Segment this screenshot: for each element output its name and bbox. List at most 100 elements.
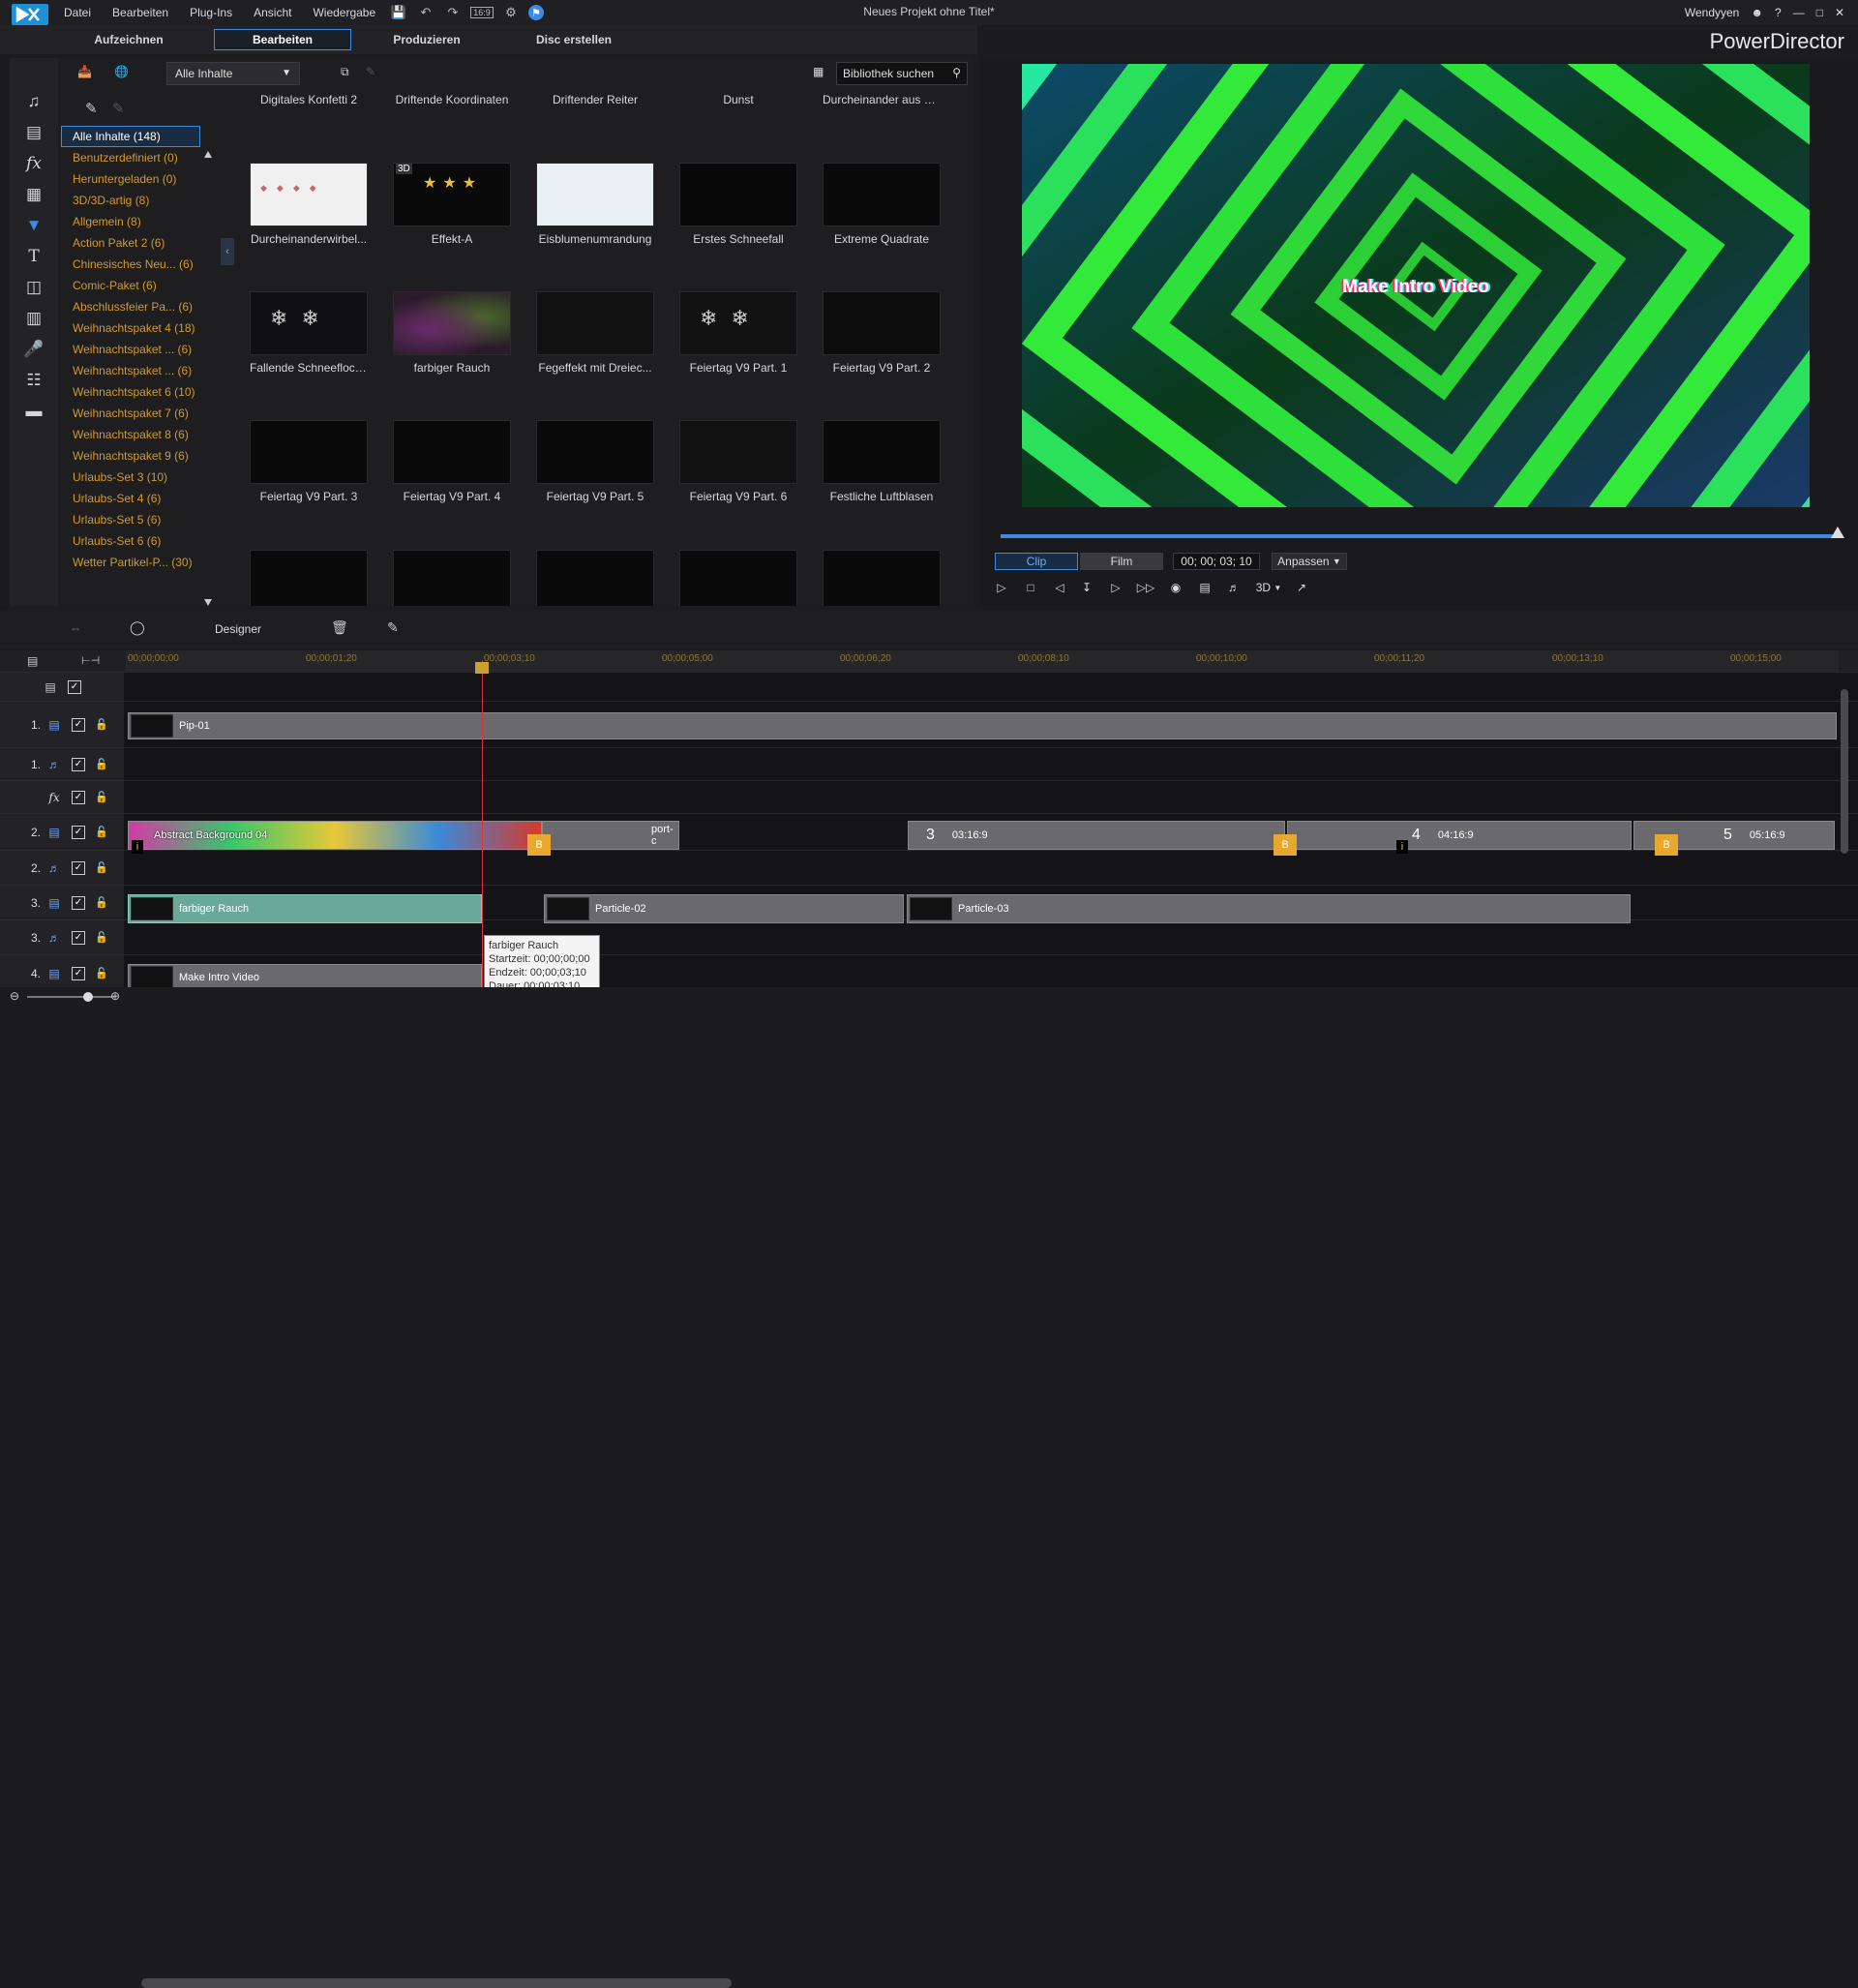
particle-item[interactable]: 3D ★★★ Effekt-A: [393, 163, 511, 246]
next-frame-icon[interactable]: ▷: [1107, 579, 1124, 596]
zoom-slider[interactable]: [27, 992, 114, 1002]
remove-tag-icon[interactable]: ✎: [112, 100, 125, 117]
undock-icon[interactable]: ↗: [1293, 579, 1310, 596]
user-name[interactable]: Wendyyen: [1685, 6, 1739, 19]
maximize-icon[interactable]: □: [1816, 6, 1823, 19]
playhead-handle[interactable]: [475, 662, 489, 674]
particle-item[interactable]: [679, 550, 797, 606]
preview-screen[interactable]: Make Intro Video: [1022, 64, 1810, 507]
add-to-timeline-icon[interactable]: ⧉: [341, 65, 349, 79]
title-room-icon[interactable]: T: [21, 244, 46, 269]
minimize-icon[interactable]: —: [1793, 6, 1805, 19]
zoom-out-icon[interactable]: ⊖: [10, 989, 19, 1003]
voice-over-icon[interactable]: 🎤: [21, 337, 46, 362]
category-item[interactable]: Weihnachtspaket 7 (6): [58, 403, 201, 424]
globe-icon[interactable]: 🌐: [114, 65, 129, 78]
category-scrollbar[interactable]: [203, 151, 213, 606]
timeline-vertical-scrollbar[interactable]: [1841, 689, 1848, 854]
category-item[interactable]: 3D/3D-artig (8): [58, 190, 201, 211]
particle-item[interactable]: Extreme Quadrate: [823, 163, 941, 246]
particle-item[interactable]: Driftender Reiter: [536, 89, 654, 106]
volume-icon[interactable]: ♬: [1225, 579, 1243, 596]
lock-icon[interactable]: 🔓: [95, 967, 108, 979]
menu-datei[interactable]: Datei: [64, 6, 91, 19]
clip-pip-01[interactable]: Pip-01: [128, 712, 1837, 739]
aspect-ratio-button[interactable]: 16:9: [470, 7, 494, 18]
edit-particle-icon[interactable]: ✎: [366, 65, 375, 78]
category-item[interactable]: Urlaubs-Set 6 (6): [58, 530, 201, 552]
pip-room-icon[interactable]: ▦: [21, 182, 46, 207]
split-icon[interactable]: ⇔: [70, 621, 81, 635]
category-item[interactable]: Weihnachtspaket 4 (18): [58, 317, 201, 339]
category-item[interactable]: Heruntergeladen (0): [58, 168, 201, 190]
transition-marker[interactable]: B: [1655, 834, 1678, 856]
redo-icon[interactable]: ↷: [443, 3, 463, 22]
track-checkbox[interactable]: ✓: [72, 966, 85, 980]
particle-item[interactable]: [393, 550, 511, 606]
import-icon[interactable]: 📥: [77, 65, 92, 78]
tab-aufzeichnen[interactable]: Aufzeichnen: [60, 29, 197, 50]
category-item[interactable]: Weihnachtspaket ... (6): [58, 339, 201, 360]
menu-ansicht[interactable]: Ansicht: [254, 6, 291, 19]
category-item[interactable]: Urlaubs-Set 3 (10): [58, 467, 201, 488]
particle-item[interactable]: [823, 550, 941, 606]
particle-item[interactable]: Digitales Konfetti 2: [250, 89, 368, 106]
lock-icon[interactable]: 🔓: [95, 758, 108, 770]
collapse-panel-button[interactable]: ‹: [221, 238, 234, 265]
edit-clip-icon[interactable]: ✎: [387, 619, 399, 636]
content-filter-dropdown[interactable]: Alle Inhalte ▼: [166, 62, 300, 85]
designer-button[interactable]: Designer: [215, 622, 261, 636]
menu-plugins[interactable]: Plug-Ins: [190, 6, 232, 19]
search-icon[interactable]: ⚲: [952, 66, 961, 79]
track-checkbox[interactable]: ✓: [72, 930, 85, 945]
transition-marker[interactable]: B: [527, 834, 551, 856]
category-item[interactable]: Chinesisches Neu... (6): [58, 254, 201, 275]
particle-item[interactable]: Feiertag V9 Part. 4: [393, 420, 511, 503]
particle-item[interactable]: farbiger Rauch: [393, 291, 511, 375]
lock-icon[interactable]: 🔓: [95, 861, 108, 874]
menu-wiedergabe[interactable]: Wiedergabe: [313, 6, 375, 19]
particle-item[interactable]: Driftende Koordinaten: [393, 89, 511, 106]
transition-marker[interactable]: B: [1274, 834, 1297, 856]
help-button[interactable]: ?: [1775, 6, 1782, 19]
particle-item[interactable]: Fegeffekt mit Dreiec...: [536, 291, 654, 375]
track-checkbox[interactable]: ✓: [72, 717, 85, 732]
save-icon[interactable]: 💾: [389, 3, 408, 22]
timecode-display[interactable]: 00; 00; 03; 10: [1173, 553, 1260, 570]
zoom-in-icon[interactable]: ⊕: [110, 989, 120, 1003]
track-manager-icon[interactable]: ▤: [27, 654, 38, 668]
settings-icon[interactable]: ⚙: [501, 3, 521, 22]
snapshot-icon[interactable]: ◉: [1167, 579, 1184, 596]
particle-item[interactable]: [536, 550, 654, 606]
play-icon[interactable]: ▷: [993, 579, 1010, 596]
category-item[interactable]: Allgemein (8): [58, 211, 201, 232]
lock-icon[interactable]: 🔓: [95, 931, 108, 944]
particle-item[interactable]: Eisblumenumrandung: [536, 163, 654, 246]
particle-item[interactable]: ❄❄ Fallende Schneeflock...: [250, 291, 368, 375]
track-checkbox[interactable]: ✓: [68, 679, 81, 694]
menu-bearbeiten[interactable]: Bearbeiten: [112, 6, 168, 19]
category-item[interactable]: Weihnachtspaket 9 (6): [58, 445, 201, 467]
category-item[interactable]: Action Paket 2 (6): [58, 232, 201, 254]
category-item[interactable]: Wetter Partikel-P... (30): [58, 552, 201, 573]
tab-clip[interactable]: Clip: [995, 553, 1078, 570]
track-checkbox[interactable]: ✓: [72, 860, 85, 875]
close-icon[interactable]: ✕: [1835, 6, 1844, 19]
timeline-ruler[interactable]: 00;00;00;00 00;00;01;20 00;00;03;10 00;00;0…: [126, 650, 1839, 672]
audio-mixing-icon[interactable]: ▥: [21, 306, 46, 331]
category-item[interactable]: Alle Inhalte (148): [61, 126, 200, 147]
chapter-room-icon[interactable]: ☷: [21, 368, 46, 393]
tab-bearbeiten[interactable]: Bearbeiten: [214, 29, 351, 50]
clip-abstract-background[interactable]: Abstract Background 04: [128, 821, 542, 850]
step-icon[interactable]: ↧: [1078, 579, 1095, 596]
notification-icon[interactable]: ⚑: [528, 5, 544, 20]
tab-film[interactable]: Film: [1080, 553, 1163, 570]
particle-item[interactable]: Erstes Schneefall: [679, 163, 797, 246]
category-item[interactable]: Benutzerdefiniert (0): [58, 147, 201, 168]
category-item[interactable]: Weihnachtspaket 6 (10): [58, 381, 201, 403]
playhead-line[interactable]: [482, 660, 483, 1006]
track-checkbox[interactable]: ✓: [72, 757, 85, 771]
fx-room-icon[interactable]: fx: [21, 151, 46, 176]
fit-dropdown[interactable]: Anpassen ▼: [1272, 553, 1347, 570]
template-room-icon[interactable]: ▤: [21, 120, 46, 145]
